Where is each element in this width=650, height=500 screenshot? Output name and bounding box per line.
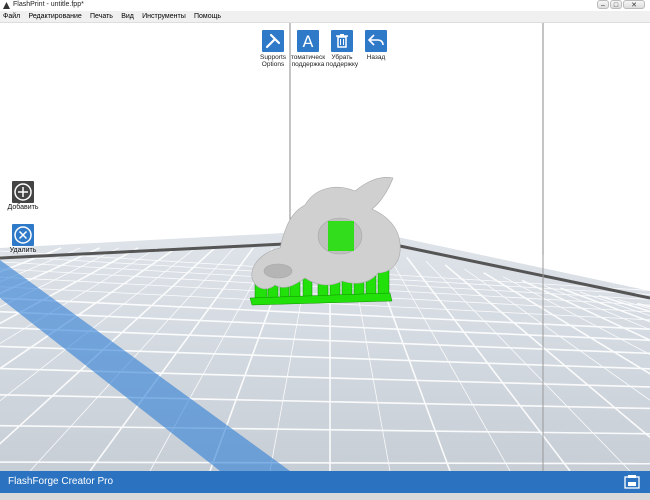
supports-options-label: Supports Options xyxy=(259,54,287,68)
add-tool[interactable]: Добавить xyxy=(6,181,40,211)
plus-circle-icon xyxy=(14,183,32,201)
title-bar: FlashPrint - untitle.fpp* – □ ✕ xyxy=(0,0,650,11)
menu-view[interactable]: Вид xyxy=(118,12,137,21)
remove-tool[interactable]: Удалить xyxy=(6,224,40,254)
letter-a-icon: A xyxy=(302,31,314,51)
x-circle-icon xyxy=(14,226,32,244)
menu-file[interactable]: Файл xyxy=(0,12,23,21)
wrench-screwdriver-icon xyxy=(265,33,281,49)
auto-support-tool[interactable]: A томатическ поддержка xyxy=(288,30,328,68)
3d-model xyxy=(251,177,401,290)
back-label: Назад xyxy=(366,54,386,61)
trash-icon xyxy=(336,34,348,48)
remove-support-label: Убрать поддержку xyxy=(325,54,359,68)
minimize-button[interactable]: – xyxy=(597,0,609,9)
flashprint-app-icon xyxy=(3,2,10,9)
back-tool[interactable]: Назад xyxy=(362,30,390,61)
printer-name: FlashForge Creator Pro xyxy=(8,476,114,487)
close-button[interactable]: ✕ xyxy=(623,0,645,9)
auto-support-label: томатическ поддержка xyxy=(290,54,326,68)
window-bottom-frame xyxy=(0,493,650,500)
printer-status-icon[interactable] xyxy=(624,474,640,490)
remove-support-tool[interactable]: Убрать поддержку xyxy=(325,30,359,68)
add-label: Добавить xyxy=(7,204,39,211)
menu-edit[interactable]: Редактирование xyxy=(25,12,84,21)
undo-arrow-icon xyxy=(368,34,384,46)
remove-label: Удалить xyxy=(9,247,37,254)
menu-help[interactable]: Помощь xyxy=(191,12,224,21)
maximize-button[interactable]: □ xyxy=(610,0,622,9)
window-title: FlashPrint - untitle.fpp* xyxy=(13,1,84,8)
build-plate-viewport[interactable]: Supports Options A томатическ поддержка … xyxy=(0,23,650,471)
build-plate-grid xyxy=(0,23,650,471)
status-bar: FlashForge Creator Pro xyxy=(0,471,650,493)
menu-tools[interactable]: Инструменты xyxy=(139,12,189,21)
menu-bar: Файл Редактирование Печать Вид Инструмен… xyxy=(0,11,650,23)
supports-options-tool[interactable]: Supports Options xyxy=(257,30,289,68)
menu-print[interactable]: Печать xyxy=(87,12,116,21)
